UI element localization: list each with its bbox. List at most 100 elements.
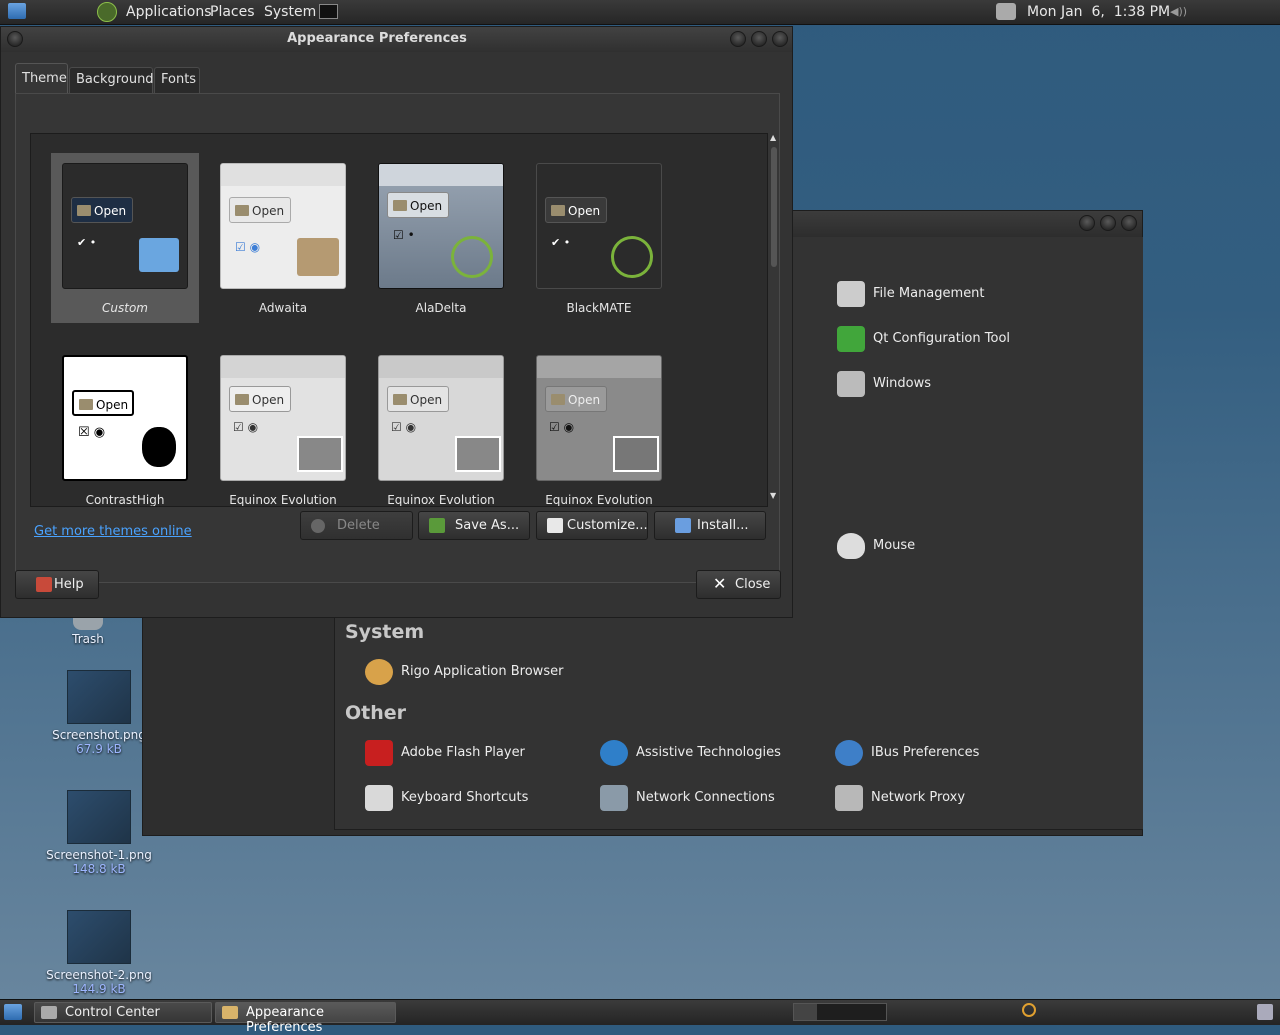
folder-icon xyxy=(139,238,179,272)
desktop-icon-label: Screenshot-2.png xyxy=(46,968,152,982)
tab-theme[interactable]: Theme xyxy=(15,63,68,93)
save-as-button[interactable]: Save As... xyxy=(418,511,530,540)
preview-titlebar xyxy=(221,164,345,186)
folder-icon xyxy=(675,518,691,533)
accessibility-icon xyxy=(600,740,628,766)
show-desktop-icon[interactable] xyxy=(4,1004,22,1020)
distro-menu-icon[interactable] xyxy=(8,3,26,19)
volume-icon[interactable]: ◀)) xyxy=(1170,6,1188,18)
customize-label: Customize... xyxy=(567,518,648,533)
search-icon[interactable] xyxy=(1022,1003,1036,1017)
install-label: Install... xyxy=(697,518,749,533)
cc-item-assistive[interactable]: Assistive Technologies xyxy=(600,737,781,769)
cc-item-keyboard-shortcuts[interactable]: Keyboard Shortcuts xyxy=(365,782,528,814)
keyboard-icon xyxy=(365,785,393,811)
cc-item-network-proxy[interactable]: Network Proxy xyxy=(835,782,965,814)
checkbox-icon: ☒ ◉ xyxy=(78,425,106,440)
minimize-button[interactable] xyxy=(1079,215,1095,231)
tab-background[interactable]: Background xyxy=(69,67,154,93)
cc-item-ibus[interactable]: IBus Preferences xyxy=(835,737,979,769)
preview-open-button: Open xyxy=(545,386,607,412)
theme-aladelta[interactable]: Open ☑ • AlaDelta xyxy=(367,153,515,323)
maximize-button[interactable] xyxy=(751,31,767,47)
preview-titlebar xyxy=(537,356,661,378)
workspace-1[interactable] xyxy=(794,1004,817,1020)
clock[interactable]: Mon Jan 6, 1:38 PM xyxy=(1027,4,1170,20)
cc-item-label: Keyboard Shortcuts xyxy=(401,790,529,805)
get-more-themes-link[interactable]: Get more themes online xyxy=(34,524,192,539)
flash-icon xyxy=(365,740,393,766)
terminal-icon[interactable] xyxy=(319,4,338,19)
cc-item-windows[interactable]: Windows xyxy=(837,368,931,400)
menu-applications[interactable]: Applications xyxy=(126,4,212,20)
menu-places[interactable]: Places xyxy=(210,4,255,20)
file-cabinet-icon xyxy=(837,281,865,307)
desktop-icon-screenshot-1[interactable]: Screenshot-1.png 148.8 kB xyxy=(44,790,154,876)
theme-equinox-2[interactable]: Open ☑ ◉ Equinox Evolution xyxy=(367,345,515,506)
install-button[interactable]: Install... xyxy=(654,511,766,540)
cc-item-mouse[interactable]: Mouse xyxy=(837,530,915,562)
theme-preview: Open ☑ ◉ xyxy=(378,355,504,481)
theme-scrollbar[interactable]: ▲ ▼ xyxy=(768,133,780,505)
mate-logo-icon xyxy=(451,236,493,278)
cc-item-label: Assistive Technologies xyxy=(636,745,781,760)
save-icon xyxy=(429,518,445,533)
menu-system[interactable]: System xyxy=(264,4,316,20)
theme-preview: Open ☒ ◉ xyxy=(62,355,188,481)
theme-preview: Open ☑ ◉ xyxy=(536,355,662,481)
cc-item-network-connections[interactable]: Network Connections xyxy=(600,782,775,814)
theme-label: Adwaita xyxy=(258,301,308,315)
save-as-label: Save As... xyxy=(455,518,520,533)
theme-label: ContrastHigh xyxy=(85,493,165,507)
screenshot-icon[interactable] xyxy=(996,3,1016,20)
customize-button[interactable]: Customize... xyxy=(536,511,648,540)
desktop-icon-screenshot[interactable]: Screenshot.png 67.9 kB xyxy=(44,670,154,756)
checkbox-icon: ☑ • xyxy=(393,228,415,242)
window-title: Appearance Preferences xyxy=(287,31,467,46)
cc-item-file-management[interactable]: File Management xyxy=(837,278,985,310)
cc-item-label: IBus Preferences xyxy=(871,745,980,760)
section-other: Other xyxy=(345,702,407,724)
mate-logo-icon xyxy=(611,236,653,278)
trash-applet-icon[interactable] xyxy=(1257,1004,1273,1020)
task-appearance-preferences[interactable]: Appearance Preferences xyxy=(215,1002,396,1035)
task-control-center[interactable]: Control Center xyxy=(34,1002,212,1023)
desktop-icon-label: Screenshot.png xyxy=(52,728,146,742)
theme-equinox-3[interactable]: Open ☑ ◉ Equinox Evolution xyxy=(525,345,673,506)
close-window-button[interactable] xyxy=(772,31,788,47)
close-button[interactable]: ✕ Close xyxy=(696,570,781,599)
theme-contrasthigh[interactable]: Open ☒ ◉ ContrastHigh xyxy=(51,345,199,507)
cc-item-rigo[interactable]: Rigo Application Browser xyxy=(365,656,563,688)
windows-icon xyxy=(837,371,865,397)
close-window-button[interactable] xyxy=(1121,215,1137,231)
desktop-icon-screenshot-2[interactable]: Screenshot-2.png 144.9 kB xyxy=(44,910,154,996)
close-label: Close xyxy=(735,577,771,592)
scroll-up-arrow-icon[interactable]: ▲ xyxy=(770,133,776,142)
edit-icon xyxy=(547,518,563,533)
theme-adwaita[interactable]: Open ☑ ◉ Adwaita xyxy=(209,153,357,323)
minimize-button[interactable] xyxy=(730,31,746,47)
cc-item-qt-configuration[interactable]: Qt Configuration Tool xyxy=(837,323,1010,355)
image-thumbnail xyxy=(67,670,131,724)
checkbox-icon: ☑ ◉ xyxy=(391,420,417,434)
maximize-button[interactable] xyxy=(1100,215,1116,231)
scroll-down-arrow-icon[interactable]: ▼ xyxy=(770,491,776,500)
preview-open-button: Open xyxy=(387,386,449,412)
help-button[interactable]: Help xyxy=(15,570,99,599)
cc-item-label: Network Proxy xyxy=(871,790,966,805)
file-size: 67.9 kB xyxy=(76,742,122,756)
cc-item-adobe-flash[interactable]: Adobe Flash Player xyxy=(365,737,525,769)
proxy-icon xyxy=(835,785,863,811)
appearance-titlebar[interactable]: Appearance Preferences xyxy=(1,27,792,52)
theme-blackmate[interactable]: Open ✔ • BlackMATE xyxy=(525,153,673,323)
theme-grid[interactable]: Open ✔ • Custom Open ☑ ◉ Adwaita Open ☑ … xyxy=(30,133,768,507)
image-icon xyxy=(297,436,343,472)
theme-custom[interactable]: Open ✔ • Custom xyxy=(51,153,199,323)
scrollbar-thumb[interactable] xyxy=(771,147,777,267)
delete-button[interactable]: Delete xyxy=(300,511,413,540)
gnome-foot-icon xyxy=(142,427,176,467)
workspace-switcher[interactable] xyxy=(793,1003,887,1021)
tab-fonts[interactable]: Fonts xyxy=(154,67,200,93)
image-icon xyxy=(613,436,659,472)
theme-equinox-1[interactable]: Open ☑ ◉ Equinox Evolution xyxy=(209,345,357,506)
